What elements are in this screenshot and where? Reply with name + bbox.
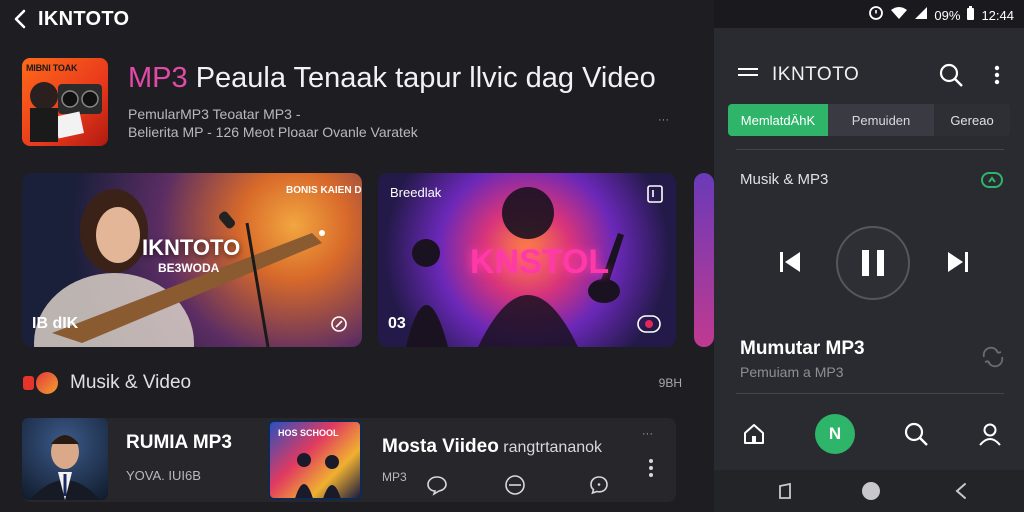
row-item-1-subtitle: YOVA. IUI6B — [126, 468, 201, 483]
tab-memlatdahk[interactable]: MemlatdÄhK — [728, 104, 828, 136]
battery-percent: 09% — [934, 8, 961, 23]
recents-icon[interactable] — [774, 480, 796, 502]
hamburger-menu-icon[interactable] — [736, 64, 760, 84]
repeat-icon[interactable] — [980, 346, 1006, 368]
hero-section: MIBNI TOAK MP3 Peaula Tenaak tapur llvic… — [22, 58, 702, 150]
row-item-1-title[interactable]: RUMIA MP3 — [126, 432, 232, 454]
main-pane: IKNTOTO MIBNI TOAK MP3 Peaula Tenaak tap… — [0, 0, 714, 512]
search-icon[interactable] — [938, 62, 964, 88]
hero-title: MP3 Peaula Tenaak tapur llvic dag Video — [128, 62, 656, 95]
section-avatar-icon — [36, 372, 58, 394]
section-title: Musik & Video — [70, 372, 192, 393]
hero-title-accent: MP3 — [128, 62, 188, 94]
card-2-record-icon[interactable] — [636, 313, 661, 335]
player-tabs: MemlatdÄhK Pemuiden Gereao — [728, 104, 1010, 136]
hero-more[interactable]: ··· — [658, 114, 669, 126]
system-navigation-bar — [714, 470, 1024, 512]
section-header: Musik & Video 9BH — [22, 370, 682, 396]
status-bar: 09% 12:44 — [714, 0, 1024, 28]
section-logo-icon — [22, 372, 36, 394]
chat-icon[interactable] — [426, 474, 448, 496]
featured-card-2[interactable]: Breedlak KNSTOL 03 — [378, 173, 676, 347]
track-subtitle: Pemuiam a MP3 — [740, 364, 844, 380]
top-bar: IKNTOTO — [10, 6, 129, 32]
card-1-subtitle: BE3WODA — [158, 261, 220, 275]
card-1-title: IKNTOTO — [142, 235, 241, 260]
status-time: 12:44 — [981, 8, 1014, 23]
wifi-icon — [890, 6, 908, 25]
comment-icon[interactable] — [588, 474, 610, 496]
app-title: IKNTOTO — [38, 7, 130, 30]
track-title: Mumutar MP3 — [740, 338, 865, 359]
cast-icon[interactable] — [980, 170, 1004, 190]
row-item-2-thumbnail[interactable]: HOS SCHOOL — [268, 420, 362, 500]
divider-top — [736, 149, 1004, 150]
now-playing-label: Musik & MP3 — [740, 171, 829, 188]
battery-icon — [966, 5, 975, 26]
back-arrow-icon[interactable] — [10, 8, 30, 30]
album-art[interactable]: MIBNI TOAK — [22, 58, 108, 146]
featured-card-1[interactable]: BONIS KAIEN DHORADOA IKNTOTO BE3WODA IB … — [22, 173, 362, 347]
media-row: RUMIA MP3 YOVA. IUI6B HOS SCHOOL Mosta V… — [22, 418, 676, 502]
row-item-2-subtitle: MP3 — [382, 470, 407, 484]
previous-track-icon[interactable] — [778, 250, 802, 279]
search-nav-icon[interactable] — [896, 414, 936, 454]
tab-pemuiden[interactable]: Pemuiden — [828, 104, 934, 136]
status-icons: 09% 12:44 — [868, 5, 1014, 26]
card-2-tag: Breedlak — [390, 185, 442, 200]
home-circle-icon[interactable] — [860, 480, 882, 502]
home-nav-icon[interactable] — [734, 414, 774, 454]
alarm-icon — [868, 5, 884, 26]
player-app-bar: IKNTOTO — [714, 52, 1024, 96]
signal-icon — [914, 6, 928, 25]
profile-nav-icon[interactable] — [970, 414, 1010, 454]
section-count[interactable]: 9BH — [659, 376, 682, 390]
hero-title-text: Peaula Tenaak tapur llvic dag Video — [187, 62, 656, 94]
row-item-2-title-ext: rangtrtananok — [498, 439, 603, 456]
hero-subtitle-2: Belierita MP - 126 Meot Ploaar Ovanle Va… — [128, 124, 418, 140]
card-1-badge: BONIS KAIEN DHORADOA — [286, 185, 362, 196]
player-panel: 09% 12:44 IKNTOTO MemlatdÄhK Pemuiden Ge… — [714, 0, 1024, 512]
card-1-corner: IB dIK — [32, 315, 79, 332]
featured-card-3-partial[interactable] — [694, 173, 714, 347]
row-item-1-thumbnail[interactable] — [22, 418, 108, 500]
card-2-bookmark-icon[interactable] — [644, 183, 666, 205]
player-app-title: IKNTOTO — [772, 64, 860, 85]
hero-subtitle-1: PemularMP3 Teoatar MP3 - — [128, 106, 301, 122]
pause-icon — [862, 250, 884, 276]
bottom-navigation: N — [714, 396, 1024, 470]
row-item-2-title[interactable]: Mosta Viideo rangtrtananok — [382, 436, 602, 458]
nav-center-button[interactable]: N — [815, 414, 855, 454]
row-item-2-title-main: Mosta Viideo — [382, 436, 499, 457]
row-more-vertical-icon[interactable] — [648, 458, 658, 480]
card-2-title: KNSTOL — [470, 243, 610, 281]
card-2-corner: 03 — [388, 315, 406, 332]
tab-gereao[interactable]: Gereao — [934, 104, 1010, 136]
overflow-menu-icon[interactable] — [990, 62, 1004, 88]
card-1-share-icon[interactable] — [328, 313, 350, 335]
row-more[interactable]: ··· — [642, 428, 653, 440]
play-pause-button[interactable] — [836, 226, 910, 300]
minus-circle-icon[interactable] — [504, 474, 526, 496]
system-back-icon[interactable] — [950, 480, 972, 502]
divider-bottom — [736, 393, 1004, 394]
next-track-icon[interactable] — [946, 250, 970, 279]
